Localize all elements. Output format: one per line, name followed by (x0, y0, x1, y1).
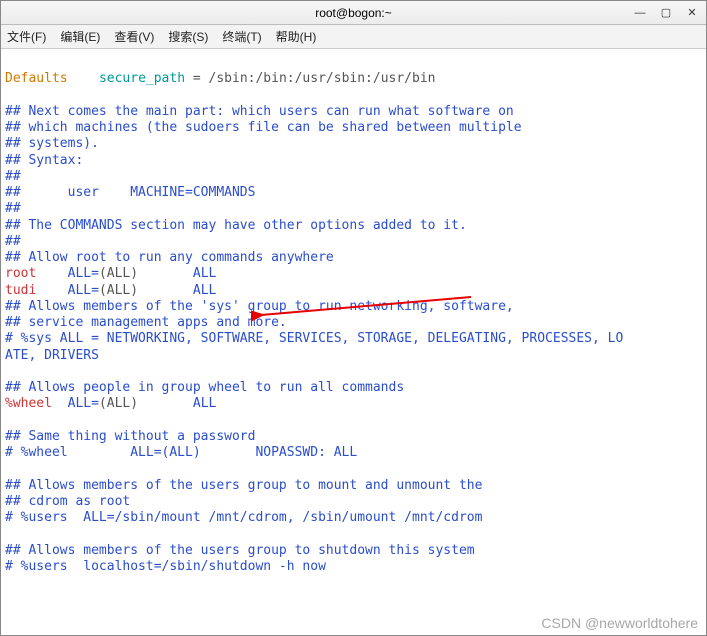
wheel-paren: (ALL) (99, 396, 138, 411)
secure-path-value: /sbin:/bin:/usr/sbin:/usr/bin (209, 71, 436, 86)
window-title: root@bogon:~ (315, 6, 392, 20)
tudi-paren: (ALL) (99, 283, 138, 298)
wheel-group: %wheel (5, 396, 52, 411)
comment-line: ATE, DRIVERS (5, 348, 99, 363)
minimize-button[interactable]: — (632, 5, 648, 21)
root-user: root (5, 266, 36, 281)
menu-terminal[interactable]: 终端(T) (222, 28, 261, 45)
comment-line: ## systems). (5, 136, 99, 151)
title-bar: root@bogon:~ — ▢ ✕ (1, 1, 706, 25)
comment-line: ## cdrom as root (5, 494, 130, 509)
tudi-spec-tail: ALL (138, 283, 216, 298)
comment-line: ## (5, 169, 21, 184)
comment-line: # %users localhost=/sbin/shutdown -h now (5, 559, 326, 574)
comment-line: ## Allows members of the users group to … (5, 543, 475, 558)
comment-line: ## which machines (the sudoers file can … (5, 120, 522, 135)
tudi-spec: ALL= (36, 283, 99, 298)
window-controls: — ▢ ✕ (632, 1, 700, 24)
comment-line: ## The COMMANDS section may have other o… (5, 218, 467, 233)
comment-line: ## Syntax: (5, 153, 83, 168)
comment-line: # %wheel ALL=(ALL) NOPASSWD: ALL (5, 445, 357, 460)
comment-line: ## Allows members of the users group to … (5, 478, 482, 493)
comment-line: # %users ALL=/sbin/mount /mnt/cdrom, /sb… (5, 510, 482, 525)
comment-line: # %sys ALL = NETWORKING, SOFTWARE, SERVI… (5, 331, 623, 346)
menu-help[interactable]: 帮助(H) (276, 28, 317, 45)
root-spec-tail: ALL (138, 266, 216, 281)
tudi-user: tudi (5, 283, 36, 298)
comment-line: ## Allows people in group wheel to run a… (5, 380, 404, 395)
comment-line: ## (5, 234, 21, 249)
menu-edit[interactable]: 编辑(E) (60, 28, 100, 45)
menu-bar: 文件(F) 编辑(E) 查看(V) 搜索(S) 终端(T) 帮助(H) (1, 25, 706, 49)
terminal-content[interactable]: Defaults secure_path = /sbin:/bin:/usr/s… (1, 49, 706, 635)
menu-search[interactable]: 搜索(S) (168, 28, 208, 45)
root-spec: ALL= (36, 266, 99, 281)
wheel-spec: ALL= (52, 396, 99, 411)
close-button[interactable]: ✕ (684, 5, 700, 21)
comment-line: ## user MACHINE=COMMANDS (5, 185, 255, 200)
comment-line: ## Next comes the main part: which users… (5, 104, 514, 119)
defaults-keyword: Defaults (5, 71, 68, 86)
comment-line: ## service management apps and more. (5, 315, 287, 330)
terminal-text: Defaults secure_path = /sbin:/bin:/usr/s… (5, 71, 702, 575)
root-paren: (ALL) (99, 266, 138, 281)
comment-line: ## Same thing without a password (5, 429, 255, 444)
comment-line: ## (5, 201, 21, 216)
secure-path-keyword: secure_path (99, 71, 185, 86)
comment-line: ## Allow root to run any commands anywhe… (5, 250, 334, 265)
wheel-spec-tail: ALL (138, 396, 216, 411)
comment-line: ## Allows members of the 'sys' group to … (5, 299, 514, 314)
menu-view[interactable]: 查看(V) (114, 28, 154, 45)
menu-file[interactable]: 文件(F) (7, 28, 46, 45)
maximize-button[interactable]: ▢ (658, 5, 674, 21)
equals-sign: = (185, 71, 208, 86)
